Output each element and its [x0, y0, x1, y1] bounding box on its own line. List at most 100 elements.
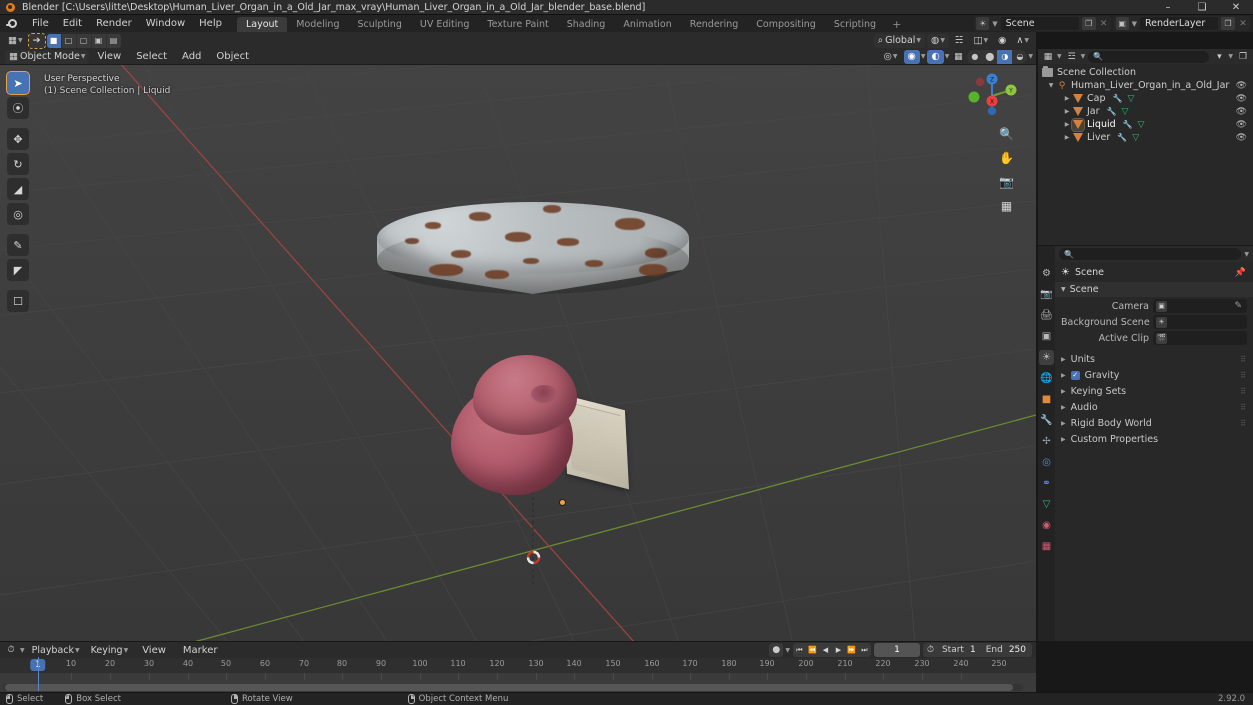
select-box-icon[interactable]: ➔: [27, 32, 46, 49]
tweak-select-tool-icon[interactable]: ➤: [6, 71, 30, 95]
add-cube-tool-icon[interactable]: ☐: [7, 290, 29, 312]
visibility-eye-icon[interactable]: 👁: [1236, 94, 1247, 104]
mesh-data-icon[interactable]: ▽: [1138, 120, 1145, 130]
eyedropper-icon[interactable]: ✎: [1234, 301, 1244, 311]
particles-tab-icon[interactable]: ✢: [1039, 434, 1054, 449]
filter-icon[interactable]: ▾: [1212, 50, 1226, 64]
transform-orientation-dropdown[interactable]: ⌕ Global ▼: [873, 33, 926, 48]
blender-menu-icon[interactable]: [5, 18, 21, 30]
background-scene-field[interactable]: ☀: [1153, 315, 1247, 329]
record-icon[interactable]: ●: [769, 643, 784, 657]
select-subtract-icon[interactable]: ▢: [76, 33, 91, 48]
physics-tab-icon[interactable]: ◎: [1039, 455, 1054, 470]
outliner-search-input[interactable]: 🔍: [1088, 50, 1210, 63]
solid-shading-filled-icon[interactable]: ⬤: [982, 50, 997, 64]
rotate-tool-icon[interactable]: ↻: [7, 153, 29, 175]
timeline-body[interactable]: [0, 673, 1036, 692]
outliner-row-liquid[interactable]: ▶ Liquid 🔧 ▽ 👁: [1038, 117, 1253, 132]
annotate-tool-icon[interactable]: ✎: [7, 234, 29, 256]
timeline-editor-icon[interactable]: ⏱: [4, 643, 18, 657]
active-clip-field[interactable]: 🎬: [1153, 331, 1247, 345]
tab-shading[interactable]: Shading: [558, 17, 615, 32]
panel-custom-properties[interactable]: ▶ Custom Properties: [1055, 431, 1253, 447]
maximize-button[interactable]: ❑: [1185, 0, 1219, 15]
data-tab-icon[interactable]: ▽: [1039, 497, 1054, 512]
outliner-row-jar[interactable]: ▶ Jar 🔧 ▽ 👁: [1038, 105, 1253, 118]
object-tab-icon[interactable]: ■: [1039, 392, 1054, 407]
render-tab-icon[interactable]: 📷: [1039, 287, 1054, 302]
tab-sculpting[interactable]: Sculpting: [348, 17, 410, 32]
transform-tool-icon[interactable]: ◎: [7, 203, 29, 225]
overlays-icon[interactable]: ◉: [903, 49, 920, 64]
menu-help[interactable]: Help: [192, 15, 229, 32]
scene-name-field[interactable]: Scene: [1000, 17, 1079, 30]
close-button[interactable]: ✕: [1219, 0, 1253, 15]
new-scene-button[interactable]: ❐: [1081, 17, 1096, 30]
end-value[interactable]: 250: [1007, 645, 1032, 655]
scale-tool-icon[interactable]: ◢: [7, 178, 29, 200]
pivot-point-dropdown[interactable]: ◍ ▼: [927, 33, 949, 48]
viewport-menu-object[interactable]: Object: [209, 48, 256, 65]
mesh-data-icon[interactable]: ▽: [1132, 133, 1139, 143]
chevron-down-icon[interactable]: ▼: [1244, 251, 1249, 258]
expander-icon[interactable]: ▶: [1062, 121, 1072, 128]
remove-viewlayer-button[interactable]: ✕: [1238, 19, 1248, 29]
tab-animation[interactable]: Animation: [614, 17, 680, 32]
expander-icon[interactable]: ▶: [1062, 134, 1072, 141]
outliner-editor[interactable]: ▦ ▼ ☲ ▼ 🔍 ▾ ▼ ❐ Scene Collection ▼ ⚲ Hum…: [1038, 49, 1253, 245]
visibility-eye-icon[interactable]: 👁: [1236, 133, 1247, 143]
timeline-editor[interactable]: ⏱ ▼ Playback ▼ Keying ▼ View Marker ● ▼ …: [0, 642, 1036, 692]
tab-layout[interactable]: Layout: [236, 17, 288, 32]
editor-type-icon[interactable]: ▦ ▼: [4, 34, 27, 48]
drag-handle-icon[interactable]: ⠿: [1240, 419, 1247, 428]
expander-icon[interactable]: ▶: [1062, 95, 1072, 102]
camera-field[interactable]: ▣ ✎: [1153, 299, 1247, 313]
next-keyframe-icon[interactable]: ⏩: [845, 643, 858, 657]
world-tab-icon[interactable]: 🌐: [1039, 371, 1054, 386]
gravity-checkbox[interactable]: ✓: [1070, 370, 1080, 380]
magnet-icon[interactable]: ☵: [951, 34, 968, 48]
scene-datablock[interactable]: ☀ ▼ Scene ❐ ✕: [974, 16, 1111, 31]
properties-search-input[interactable]: 🔍: [1059, 248, 1242, 260]
modifier-icon[interactable]: 🔧: [1123, 120, 1133, 129]
expander-icon[interactable]: ▼: [1046, 82, 1056, 89]
view-layer-tab-icon[interactable]: ▣: [1039, 329, 1054, 344]
menu-edit[interactable]: Edit: [56, 15, 89, 32]
cursor-tool-icon[interactable]: ⦿: [7, 97, 29, 119]
drag-handle-icon[interactable]: ⠿: [1240, 403, 1247, 412]
panel-rigid-body-world[interactable]: ▶ Rigid Body World ⠿: [1055, 415, 1253, 431]
add-workspace-button[interactable]: +: [885, 17, 908, 32]
zoom-icon[interactable]: 🔍: [998, 125, 1015, 142]
jar-lid-object[interactable]: [377, 202, 689, 298]
modifier-tab-icon[interactable]: 🔧: [1039, 413, 1054, 428]
pan-hand-icon[interactable]: ✋: [998, 149, 1015, 166]
scene-tab-icon[interactable]: ☀: [1039, 350, 1054, 365]
mesh-data-icon[interactable]: ▽: [1127, 94, 1134, 104]
snap-to-dropdown[interactable]: ◫ ▼: [970, 34, 993, 48]
constraints-tab-icon[interactable]: ⚭: [1039, 476, 1054, 491]
proportional-editing-icon[interactable]: ◉: [994, 34, 1010, 48]
move-tool-icon[interactable]: ✥: [7, 128, 29, 150]
select-set-icon[interactable]: ■: [46, 33, 61, 48]
texture-tab-icon[interactable]: ▦: [1039, 539, 1054, 554]
timeline-menu-keying[interactable]: Keying ▼: [87, 643, 133, 657]
tab-scripting[interactable]: Scripting: [825, 17, 885, 32]
menu-window[interactable]: Window: [139, 15, 192, 32]
visibility-eye-icon[interactable]: 👁: [1236, 107, 1247, 117]
visibility-eye-icon[interactable]: 👁: [1236, 81, 1247, 91]
drag-handle-icon[interactable]: ⠿: [1240, 371, 1247, 380]
outliner-display-mode-icon[interactable]: ▦: [1041, 50, 1055, 64]
mesh-data-icon[interactable]: ▽: [1122, 107, 1129, 117]
drag-handle-icon[interactable]: ⠿: [1240, 387, 1247, 396]
select-extend-icon[interactable]: □: [61, 33, 76, 48]
expander-icon[interactable]: ▶: [1062, 108, 1072, 115]
outliner-row-liver[interactable]: ▶ Liver 🔧 ▽ 👁: [1038, 131, 1253, 144]
object-mode-dropdown[interactable]: ▦ Object Mode ▼: [5, 49, 90, 64]
outliner-filter-mode-icon[interactable]: ☲: [1065, 50, 1079, 64]
pin-icon[interactable]: 📌: [1235, 268, 1246, 278]
tab-compositing[interactable]: Compositing: [747, 17, 825, 32]
toggle-perspective-icon[interactable]: ▦: [998, 197, 1015, 214]
timeline-menu-marker[interactable]: Marker: [176, 642, 225, 659]
new-collection-icon[interactable]: ❐: [1236, 50, 1250, 64]
timeline-ruler[interactable]: 10 20 30 40 50 60 70 80 90 100 110 120 1…: [0, 658, 1036, 673]
